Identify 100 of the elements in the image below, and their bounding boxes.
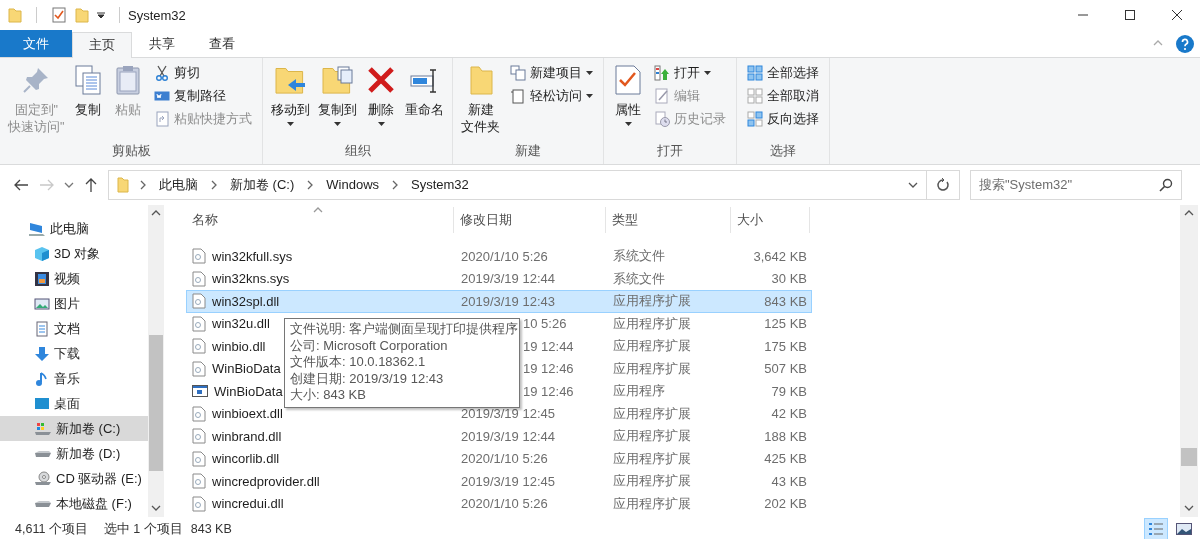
folder-pages-icon (321, 64, 354, 96)
nav-item[interactable]: 视频 (0, 266, 148, 291)
nav-item[interactable]: 此电脑 (0, 216, 148, 241)
document-icon (34, 320, 50, 337)
nav-item[interactable]: CD 驱动器 (E:) (0, 466, 148, 491)
column-header[interactable]: 名称 (186, 207, 454, 233)
ribbon-button[interactable]: 重命名 (401, 62, 449, 140)
file-name: winbrand.dll (212, 428, 282, 444)
ribbon-button[interactable]: 新建项目 (508, 62, 596, 84)
nav-item[interactable]: 桌面 (0, 391, 148, 416)
modified-date: 2019/3/19 12:44 (461, 271, 555, 287)
dropdown-caret-icon (97, 11, 105, 19)
file-icon (192, 338, 206, 355)
file-name: win32kns.sys (212, 271, 290, 287)
ribbon-button[interactable]: 反向选择 (745, 108, 822, 130)
file-name: wincredui.dll (212, 496, 284, 512)
refresh-button[interactable] (927, 169, 960, 200)
tooltip: 文件说明: 客户端侧面呈现打印提供程序 公司: Microsoft Corporation 文件版本: 10.0.18362.1 创建日期: 2019/3/19 12:43 大小: 843 KB (284, 318, 520, 408)
file-size: 43 KB (771, 473, 807, 489)
file-icon (192, 270, 206, 287)
file-name: winbioext.dll (212, 406, 283, 422)
file-type: 系统文件 (613, 270, 665, 286)
column-header[interactable]: 类型 (606, 207, 731, 233)
ribbon-button[interactable]: 全部选择 (745, 62, 822, 84)
page-icon (510, 88, 527, 104)
group-label: 打开 (656, 143, 685, 160)
back-arrow-icon (14, 178, 28, 191)
file-type: 应用程序 (613, 383, 665, 399)
modified-date: 2019/3/19 12:45 (461, 406, 555, 422)
nav-item[interactable]: 音乐 (0, 366, 148, 391)
drive-icon (34, 449, 52, 458)
modified-date: 2020/1/10 5:26 (461, 496, 548, 512)
modified-date: 19 12:46 (523, 361, 574, 377)
ribbon-button[interactable]: 新建 文件夹 (457, 62, 505, 140)
ribbon-button[interactable]: 移动到 (267, 62, 315, 140)
ribbon-button[interactable]: 复制路径 (152, 85, 255, 107)
scrollbar[interactable] (148, 205, 164, 517)
nav-item[interactable]: 新加卷 (D:) (0, 441, 148, 466)
file-type: 应用程序扩展 (613, 495, 691, 511)
maximize-icon (1124, 10, 1135, 20)
scrollbar-thumb[interactable] (1181, 448, 1197, 466)
address-field[interactable]: 此电脑 新加卷 (C:) Windows System32 (108, 169, 927, 200)
search-icon (1159, 177, 1173, 192)
item-count: 4,611 个项目 (15, 520, 88, 538)
column-header[interactable]: 修改日期 (454, 207, 606, 233)
ribbon-tab[interactable]: 查看 (192, 31, 252, 57)
modified-date: 2019/3/19 12:45 (461, 473, 555, 489)
up-arrow-icon (85, 177, 97, 192)
search-field[interactable]: 搜索"System32" (970, 169, 1182, 200)
file-name: win32kfull.sys (212, 248, 293, 264)
nav-item[interactable]: 下载 (0, 341, 148, 366)
ribbon-button[interactable]: 剪切 (152, 62, 255, 84)
ribbon-button[interactable]: 全部取消 (745, 85, 822, 107)
modified-date: 2020/1/10 5:26 (461, 451, 548, 467)
file-icon (192, 473, 206, 490)
drive-icon (34, 499, 52, 508)
nav-item[interactable]: 3D 对象 (0, 241, 148, 266)
ribbon-button[interactable]: 删除 (361, 62, 402, 140)
film-icon (34, 270, 50, 287)
ribbon-button[interactable]: 打开 (652, 62, 729, 84)
picture-icon (1176, 522, 1192, 536)
checklist-page-icon (51, 7, 67, 23)
selected-file-row[interactable]: win32spl.dll 2019/3/19 12:43 应用程序扩展 843 KB (186, 290, 812, 313)
ribbon-tab[interactable]: 共享 (132, 31, 192, 57)
shortcut-page-icon (154, 111, 171, 127)
group-label: 组织 (343, 143, 372, 160)
file-name: WinBioData (212, 361, 281, 377)
scrollbar[interactable] (1180, 205, 1198, 517)
ribbon-tab[interactable]: 主页 (72, 32, 132, 58)
picture-icon (34, 295, 50, 312)
selection-count: 选中 1 个项目 (103, 520, 183, 538)
file-type: 应用程序扩展 (613, 428, 691, 444)
file-icon (192, 360, 206, 377)
breadcrumb[interactable]: Windows (324, 177, 382, 192)
file-size: 30 KB (771, 271, 807, 287)
ribbon-button[interactable]: 复制 (68, 62, 109, 140)
file-size: 125 KB (764, 316, 807, 332)
column-header[interactable]: 大小 (731, 207, 810, 233)
file-type: 应用程序扩展 (613, 405, 691, 421)
breadcrumb[interactable]: 此电脑 (157, 175, 200, 194)
scissors-icon (154, 65, 171, 81)
nav-item[interactable]: 新加卷 (C:) (0, 416, 148, 441)
ribbon-button[interactable]: 属性 (608, 62, 649, 140)
breadcrumb[interactable]: 新加卷 (C:) (228, 175, 297, 194)
nav-item[interactable]: 本地磁盘 (F:) (0, 491, 148, 516)
breadcrumb[interactable]: System32 (409, 177, 471, 192)
nav-item[interactable]: 图片 (0, 291, 148, 316)
details-view-icon (1148, 522, 1164, 536)
nav-item[interactable]: 文档 (0, 316, 148, 341)
file-size: 79 KB (771, 383, 807, 399)
modified-date: 2019/3/19 12:43 (461, 293, 555, 309)
file-type: 应用程序扩展 (613, 360, 691, 376)
ribbon-button[interactable]: 复制到 (314, 62, 362, 140)
scrollbar-thumb[interactable] (149, 335, 163, 471)
ribbon-tab[interactable]: 文件 (0, 30, 72, 57)
folder-icon (8, 7, 22, 23)
music-note-icon (34, 370, 50, 387)
file-type: 应用程序扩展 (613, 315, 691, 331)
ribbon-button[interactable]: 轻松访问 (508, 85, 596, 107)
disc-drive-icon (34, 470, 52, 487)
